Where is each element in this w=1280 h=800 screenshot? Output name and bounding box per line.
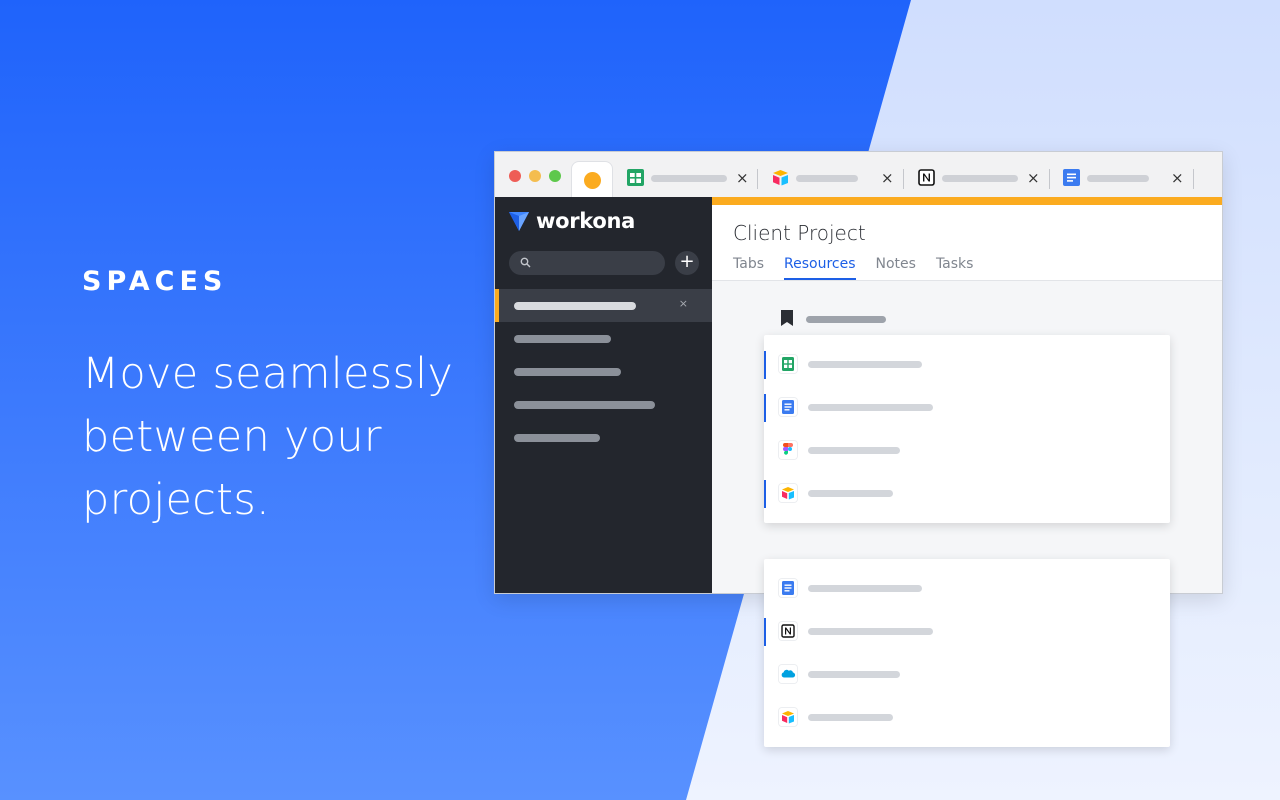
resource-title-placeholder [808,490,893,497]
minimize-window-dot[interactable] [529,170,541,182]
sidebar-space-item[interactable] [495,421,712,454]
tab-separator [903,169,904,189]
workona-tab-icon [584,172,601,189]
tab-notes[interactable]: Notes [876,256,916,280]
tab-title-placeholder [651,175,727,182]
project-header: Client Project Tabs Resources Notes Task… [712,205,1222,281]
workona-sidebar: workona + × [495,197,712,593]
airtable-icon [773,170,788,186]
tab-tabs[interactable]: Tabs [733,256,764,280]
browser-tab-sheets[interactable]: × [627,166,749,190]
bookmark-icon [781,310,793,326]
google-docs-icon [779,579,797,597]
resource-row[interactable] [764,696,1170,739]
space-name-placeholder [514,401,655,409]
project-tabs: Tabs Resources Notes Tasks [733,256,993,280]
search-icon [520,257,531,268]
space-name-placeholder [514,302,636,310]
google-sheets-icon [779,355,797,373]
space-name-placeholder [514,335,611,343]
workona-logo: workona [509,209,635,233]
resource-row[interactable] [764,610,1170,653]
sidebar-search-input[interactable] [509,251,665,275]
tab-separator [1049,169,1050,189]
sidebar-space-item[interactable] [495,322,712,355]
eyebrow-text: SPACES [82,266,228,297]
space-color-strip [712,197,1222,205]
resource-row[interactable] [764,429,1170,472]
google-docs-icon [1063,169,1080,186]
resource-row[interactable] [764,472,1170,515]
tab-resources[interactable]: Resources [784,256,856,280]
space-name-placeholder [514,434,600,442]
google-sheets-icon [627,169,644,186]
tab-separator [757,169,758,189]
resource-title-placeholder [808,671,900,678]
airtable-icon [779,708,797,726]
resource-title-placeholder [808,404,933,411]
browser-tab-docs[interactable]: × [1063,166,1184,190]
sidebar-space-item[interactable] [495,388,712,421]
browser-tab-airtable[interactable]: × [772,166,894,190]
maximize-window-dot[interactable] [549,170,561,182]
space-close-icon[interactable]: × [679,297,688,310]
resource-title-placeholder [808,361,922,368]
headline-text: Move seamlessly between your projects. [82,349,454,525]
sidebar-space-item[interactable] [495,355,712,388]
resource-row[interactable] [764,653,1170,696]
airtable-icon [779,484,797,502]
salesforce-icon [779,665,797,683]
project-title: Client Project [733,221,866,245]
browser-tab-bar: × × × × [495,152,1222,197]
tab-tasks[interactable]: Tasks [936,256,974,280]
browser-tab-notion[interactable]: × [918,166,1040,190]
resource-group-card [764,335,1170,523]
workona-logo-icon [509,212,529,231]
resource-group-card [764,559,1170,747]
notion-icon [779,622,797,640]
tab-close-icon[interactable]: × [881,168,894,188]
tab-separator [1193,169,1194,189]
close-window-dot[interactable] [509,170,521,182]
resource-row[interactable] [764,567,1170,610]
tab-close-icon[interactable]: × [1171,168,1184,188]
hero: SPACES Move seamlessly between your proj… [82,266,482,532]
resource-row[interactable] [764,343,1170,386]
resource-title-placeholder [808,447,900,454]
tab-title-placeholder [796,175,858,182]
notion-icon [918,169,935,186]
resource-group-title-placeholder [806,316,886,323]
space-name-placeholder [514,368,621,376]
tab-title-placeholder [942,175,1018,182]
figma-icon [779,441,797,459]
sidebar-space-item-active[interactable]: × [495,289,712,322]
tab-title-placeholder [1087,175,1149,182]
resource-title-placeholder [808,714,893,721]
workona-logo-text: workona [536,209,636,233]
tab-close-icon[interactable]: × [736,168,749,188]
resource-title-placeholder [808,628,933,635]
workona-pinned-tab[interactable] [571,161,613,197]
add-space-button[interactable]: + [675,251,699,275]
tab-close-icon[interactable]: × [1027,168,1040,188]
resource-title-placeholder [808,585,922,592]
google-docs-icon [779,398,797,416]
resource-row[interactable] [764,386,1170,429]
